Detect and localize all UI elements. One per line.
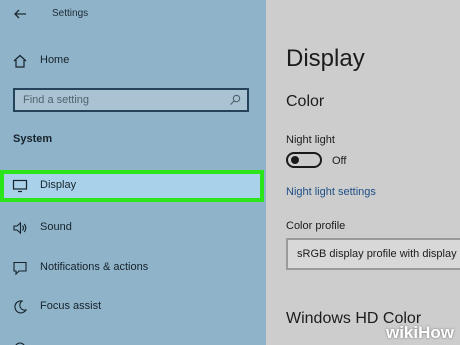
back-arrow-icon[interactable] bbox=[12, 6, 28, 22]
toggle-knob bbox=[291, 156, 299, 164]
home-label: Home bbox=[40, 54, 70, 66]
color-profile-dropdown[interactable]: sRGB display profile with display bbox=[286, 238, 460, 270]
window-title: Settings bbox=[52, 8, 89, 19]
power-icon bbox=[15, 342, 25, 345]
page-title: Display bbox=[286, 45, 365, 72]
night-light-settings-link[interactable]: Night light settings bbox=[286, 186, 376, 198]
sidebar: Settings Home Find a setting System Disp… bbox=[0, 0, 266, 345]
nav-home[interactable]: Home bbox=[0, 46, 266, 76]
speaker-icon bbox=[13, 221, 27, 235]
night-light-label: Night light bbox=[286, 134, 335, 146]
monitor-icon bbox=[12, 179, 28, 193]
search-placeholder: Find a setting bbox=[23, 94, 90, 106]
sidebar-item-label: Display bbox=[40, 179, 77, 191]
moon-icon bbox=[14, 300, 28, 314]
color-profile-label: Color profile bbox=[286, 220, 346, 232]
color-profile-value: sRGB display profile with display bbox=[297, 248, 457, 260]
wikihow-watermark: wikiHow bbox=[386, 323, 454, 343]
title-bar: Settings bbox=[0, 0, 266, 30]
search-input[interactable]: Find a setting bbox=[13, 88, 249, 112]
sidebar-item-partial[interactable] bbox=[0, 332, 266, 345]
sidebar-item-label: Sound bbox=[40, 221, 72, 233]
sidebar-item-display[interactable]: Display bbox=[0, 171, 266, 201]
sidebar-item-label: Focus assist bbox=[40, 300, 102, 312]
night-light-toggle[interactable] bbox=[286, 152, 322, 168]
night-light-state: Off bbox=[332, 155, 347, 167]
sidebar-item-label: Notifications & actions bbox=[40, 261, 149, 273]
display-settings-pane: Display Color Night light Off Night ligh… bbox=[266, 0, 460, 345]
sidebar-item-focus-assist[interactable]: Focus assist bbox=[0, 292, 266, 322]
watermark-part2: How bbox=[418, 323, 454, 342]
section-title-system: System bbox=[13, 133, 53, 145]
color-heading: Color bbox=[286, 93, 325, 110]
home-icon bbox=[13, 54, 27, 68]
sidebar-item-notifications[interactable]: Notifications & actions bbox=[0, 253, 266, 283]
sidebar-item-sound[interactable]: Sound bbox=[0, 213, 266, 243]
notification-icon bbox=[13, 261, 27, 276]
watermark-part1: wiki bbox=[385, 323, 419, 342]
search-icon bbox=[230, 94, 241, 105]
